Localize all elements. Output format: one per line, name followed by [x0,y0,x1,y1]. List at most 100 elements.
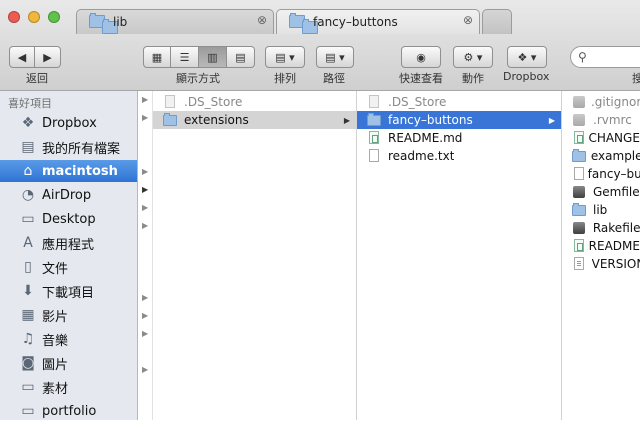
file-icon-slot [572,113,586,127]
sidebar-item-label: 音樂 [42,333,69,349]
zoom-window-button[interactable] [48,11,60,23]
file-name: examples [590,149,640,163]
column-view-button[interactable]: ▥ [199,46,227,68]
file-row[interactable]: README.md [357,129,561,147]
file-row[interactable]: Gemfile [562,183,640,201]
arrange-button[interactable]: ▤ ▾ [265,46,305,68]
folder-icon [289,13,318,34]
path-button[interactable]: ▤ ▾ [316,46,354,68]
sidebar-item-documents[interactable]: ▯ 文件 [0,256,137,278]
file-row[interactable]: VERSION [562,255,640,273]
sidebar-item-airdrop[interactable]: ◔ AirDrop [0,184,137,206]
forward-button[interactable]: ▶ [35,46,61,68]
quicklook-button[interactable]: ◉ [401,46,441,68]
back-forward-control: ◀ ▶ [9,46,61,68]
search-label: 搜 [632,72,640,85]
all-files-icon: ▤ [21,139,35,155]
file-icon-slot [572,131,584,145]
file-row[interactable]: Rakefile [562,219,640,237]
disclosure-arrow-icon: ▶ [548,115,555,125]
file-name: .rvmrc [593,113,632,127]
close-tab-icon[interactable]: ⊗ [463,13,473,27]
sidebar-item-desktop[interactable]: ▭ Desktop [0,208,137,230]
file-name: readme.txt [388,149,455,163]
folder-row[interactable]: lib [562,201,640,219]
file-icon-slot [367,149,381,163]
tab-label: lib [113,15,128,29]
folder-row[interactable]: extensions ▶ [153,111,356,129]
file-icon-slot [367,113,381,127]
dropbox-button[interactable]: ❖ ▾ [507,46,547,68]
movies-icon: ▦ [21,307,35,323]
sidebar-item-label: 我的所有檔案 [42,141,121,157]
file-name: fancy–buttons [388,113,473,127]
file-name: .DS_Store [388,95,447,109]
list-view-button[interactable]: ☰ [171,46,199,68]
file-name: README.md [388,131,463,145]
sidebar-item-sucai[interactable]: ▭ 素材 [0,376,137,398]
file-row[interactable]: CHANGELOG [562,129,640,147]
sidebar-item-dropbox[interactable]: ❖ Dropbox [0,112,137,134]
airdrop-icon: ◔ [21,187,35,203]
executable-file-icon [573,96,585,108]
folder-icon [572,149,586,162]
sidebar-item-label: 素材 [42,381,69,397]
minimize-window-button[interactable] [28,11,40,23]
file-name: .DS_Store [184,95,243,109]
markdown-file-icon [369,131,379,144]
file-row[interactable]: .gitignore [562,93,640,111]
tab-fancy-buttons[interactable]: fancy–buttons ⊗ [276,9,480,34]
executable-file-icon [573,114,585,126]
file-name: .gitignore [590,95,640,109]
sidebar-item-macintosh[interactable]: ⌂ macintosh [0,160,137,182]
file-icon-slot [572,167,584,181]
folder-row[interactable]: examples [562,147,640,165]
file-row[interactable]: readme.txt [357,147,561,165]
folder-icon: ▭ [21,379,35,395]
sidebar-item-all-files[interactable]: ▤ 我的所有檔案 [0,136,137,158]
file-row[interactable]: fancy–buttons [562,165,640,183]
close-window-button[interactable] [8,11,20,23]
file-row[interactable]: .rvmrc [562,111,640,129]
previous-column-strip[interactable]: ▶ ▶ ▶ ▶ ▶ ▶ ▶ ▶ ▶ ▶ [138,91,153,420]
arrange-label: 排列 [274,72,296,85]
file-icon-slot [163,95,177,109]
action-button[interactable]: ⚙ ▾ [453,46,493,68]
action-label: 動作 [462,72,484,85]
folder-icon [572,203,586,216]
executable-file-icon [573,222,585,234]
sidebar: 喜好項目 ❖ Dropbox ▤ 我的所有檔案 ⌂ macintosh ◔ AirDro… [0,91,138,420]
back-button[interactable]: ◀ [9,46,35,68]
icon-view-button[interactable]: ▦ [143,46,171,68]
sidebar-item-label: 文件 [42,261,69,277]
sidebar-item-portfolio[interactable]: ▭ portfolio [0,400,137,422]
browser-column-2: .DS_Store fancy–buttons ▶ README.md readme.t… [357,91,562,420]
new-tab-button[interactable] [482,9,512,34]
view-mode-control: ▦ ☰ ▥ ▤ [143,46,255,68]
tab-lib[interactable]: lib ⊗ [76,9,274,34]
close-tab-icon[interactable]: ⊗ [257,13,267,27]
sidebar-item-movies[interactable]: ▦ 影片 [0,304,137,326]
sidebar-item-music[interactable]: ♫ 音樂 [0,328,137,350]
document-icon [369,95,379,108]
folder-row[interactable]: fancy–buttons ▶ [357,111,561,129]
sidebar-item-pictures[interactable]: ◙ 圖片 [0,352,137,374]
sidebar-item-downloads[interactable]: ⬇ 下載項目 [0,280,137,302]
file-name: fancy–buttons [587,167,640,181]
search-input[interactable]: ⚲ [570,46,640,68]
folder-icon [163,113,177,126]
file-icon-slot [572,95,585,109]
file-row[interactable]: .DS_Store [357,93,561,111]
sidebar-item-applications[interactable]: A 應用程式 [0,232,137,254]
file-icon-slot [572,239,584,253]
document-icon [574,167,584,180]
file-row[interactable]: README.md [562,237,640,255]
file-name: Gemfile [593,185,640,199]
disclosure-arrow-icon: ▶ [343,115,350,125]
file-row[interactable]: .DS_Store [153,93,356,111]
document-icon [165,95,175,108]
file-icon-slot [367,131,381,145]
sidebar-item-label: 應用程式 [42,237,95,253]
cover-flow-button[interactable]: ▤ [227,46,255,68]
documents-icon: ▯ [24,259,32,275]
